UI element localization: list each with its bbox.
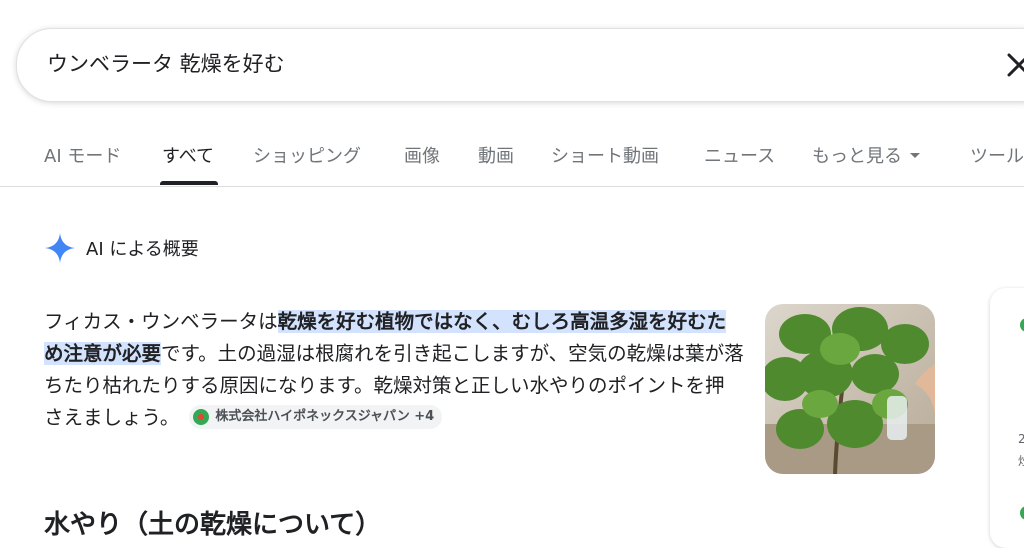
tab-more-label: もっと見る [812,146,902,167]
tab-more[interactable]: もっと見る [812,142,920,168]
ai-overview-title: AI による概要 [86,239,199,260]
source-chip[interactable]: 株式会社ハイポネックスジャパン +4 [189,404,443,429]
ai-overview-header: AI による概要 [44,232,199,264]
side-source-favicon-icon [1020,318,1024,332]
active-tab-indicator [160,181,218,185]
section-heading: 水やり（土の乾燥について） [44,510,382,540]
ai-overview-text: フィカス・ウンベラータは乾燥を好む植物ではなく、むしろ高温多湿を好むため注意が必… [44,306,744,434]
chevron-down-icon [910,152,920,158]
side-source-favicon-icon-2 [1020,506,1024,520]
tab-videos[interactable]: 動画 [478,142,514,168]
tab-ai-mode[interactable]: AI モード [44,142,121,168]
source-favicon-icon [193,408,210,425]
tab-short-videos[interactable]: ショート動画 [551,142,659,168]
overview-thumbnail-image[interactable] [765,304,935,474]
plant-image [765,304,935,474]
search-tabs: AI モード すべて ショッピング 画像 動画 ショート動画 ニュース もっと見… [0,136,1024,187]
tab-tools[interactable]: ツール [970,142,1024,168]
side-card-text-1: 2 [1018,432,1024,446]
tab-news[interactable]: ニュース [704,142,775,168]
tab-shopping[interactable]: ショッピング [253,142,361,168]
overview-intro: フィカス・ウンベラータは [44,310,278,333]
search-input[interactable]: ウンベラータ 乾燥を好む [47,49,285,79]
source-chip-label: 株式会社ハイポネックスジャパン +4 [215,408,435,424]
clear-search-button[interactable] [997,43,1024,87]
search-box[interactable]: ウンベラータ 乾燥を好む [16,28,1024,102]
tab-all[interactable]: すべて [162,142,214,168]
tab-images[interactable]: 画像 [404,142,440,168]
side-source-card[interactable]: 2 炒 [990,288,1024,548]
close-icon [1007,53,1024,77]
side-card-text-2: 炒 [1018,452,1024,469]
gemini-sparkle-icon [45,233,75,263]
